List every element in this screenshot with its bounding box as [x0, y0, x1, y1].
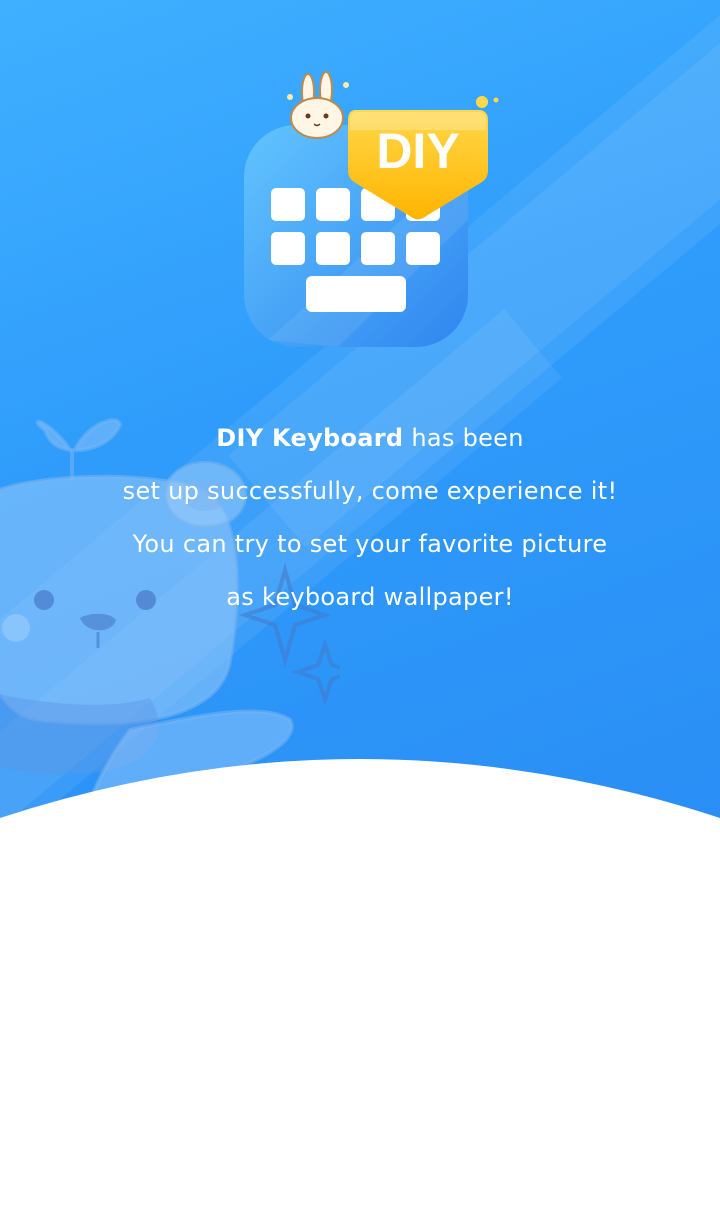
- setup-success-screen: DIY DIY Keyboard has been set up success…: [0, 0, 720, 1230]
- bottom-curve-panel: [0, 759, 720, 1230]
